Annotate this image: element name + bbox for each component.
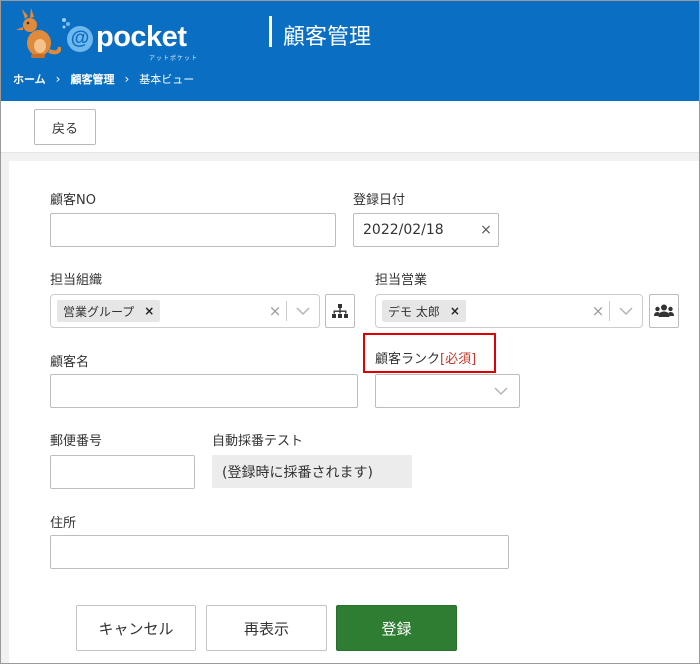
address-input[interactable]: [50, 535, 509, 569]
users-group-icon: [654, 304, 674, 317]
breadcrumb-section[interactable]: 顧客管理: [70, 71, 114, 87]
clear-date-icon[interactable]: ×: [474, 222, 498, 238]
org-select[interactable]: 営業グループ × ×: [50, 294, 320, 328]
clear-icon[interactable]: ×: [264, 302, 286, 320]
users-group-button[interactable]: [649, 294, 679, 328]
registration-date-value: 2022/02/18: [363, 222, 444, 238]
logo-subtext: アットポケット: [149, 55, 199, 62]
chevron-down-icon: [494, 387, 508, 396]
postal-code-label: 郵便番号: [50, 434, 103, 449]
customer-no-input[interactable]: [50, 213, 336, 247]
back-button[interactable]: 戻る: [34, 109, 96, 145]
customer-rank-select[interactable]: [375, 374, 520, 408]
breadcrumb-home[interactable]: ホーム: [13, 71, 46, 87]
required-tag: [必須]: [440, 352, 477, 367]
sales-rep-chip-label: デモ 太郎: [388, 304, 440, 319]
customer-rank-label-text: 顧客ランク: [375, 352, 441, 367]
org-chip-label: 営業グループ: [63, 304, 135, 319]
app-header: @ pocket アットポケット 顧客管理 ホーム › 顧客管理 › 基本ビュー: [1, 1, 699, 101]
logo-dots-icon: [62, 18, 70, 29]
sales-rep-select[interactable]: デモ 太郎 × ×: [375, 294, 643, 328]
register-button[interactable]: 登録: [336, 605, 457, 651]
registration-date-field[interactable]: 2022/02/18 ×: [353, 213, 499, 247]
remove-chip-icon[interactable]: ×: [450, 304, 460, 318]
page-title: 顧客管理: [283, 25, 372, 50]
auto-number-value: (登録時に採番されます): [212, 455, 412, 488]
auto-number-label: 自動採番テスト: [212, 434, 304, 449]
chevron-down-icon[interactable]: [287, 304, 319, 318]
breadcrumb-current: 基本ビュー: [139, 73, 195, 86]
refresh-button[interactable]: 再表示: [206, 605, 327, 651]
org-chart-icon: [332, 304, 348, 318]
logo-wordmark: pocket: [96, 21, 187, 53]
customer-name-label: 顧客名: [50, 355, 90, 370]
org-chip: 営業グループ ×: [57, 300, 161, 322]
clear-icon[interactable]: ×: [587, 302, 609, 320]
sales-rep-chip: デモ 太郎 ×: [382, 300, 466, 322]
chevron-down-icon[interactable]: [610, 304, 642, 318]
app-window: @ pocket アットポケット 顧客管理 ホーム › 顧客管理 › 基本ビュー…: [0, 0, 700, 664]
logo-at-mark: @: [67, 26, 93, 52]
postal-code-input[interactable]: [50, 455, 195, 489]
org-label: 担当組織: [50, 273, 103, 288]
customer-no-label: 顧客NO: [50, 193, 96, 208]
remove-chip-icon[interactable]: ×: [144, 304, 154, 318]
org-chart-button[interactable]: [325, 294, 355, 328]
breadcrumb: ホーム › 顧客管理 › 基本ビュー: [13, 71, 194, 87]
customer-name-input[interactable]: [50, 374, 358, 408]
registration-date-label: 登録日付: [353, 193, 406, 208]
title-divider: [269, 16, 272, 47]
cancel-button[interactable]: キャンセル: [76, 605, 196, 651]
breadcrumb-separator: ›: [55, 72, 61, 86]
form-panel: 顧客NO 登録日付 2022/02/18 × 担当組織 営業グループ × × 担…: [9, 161, 699, 663]
breadcrumb-separator: ›: [124, 72, 130, 86]
kangaroo-logo-icon: [16, 8, 61, 58]
toolbar: 戻る: [1, 101, 699, 153]
sales-rep-label: 担当営業: [375, 273, 428, 288]
address-label: 住所: [50, 516, 77, 531]
customer-rank-label: 顧客ランク[必須]: [375, 348, 476, 367]
